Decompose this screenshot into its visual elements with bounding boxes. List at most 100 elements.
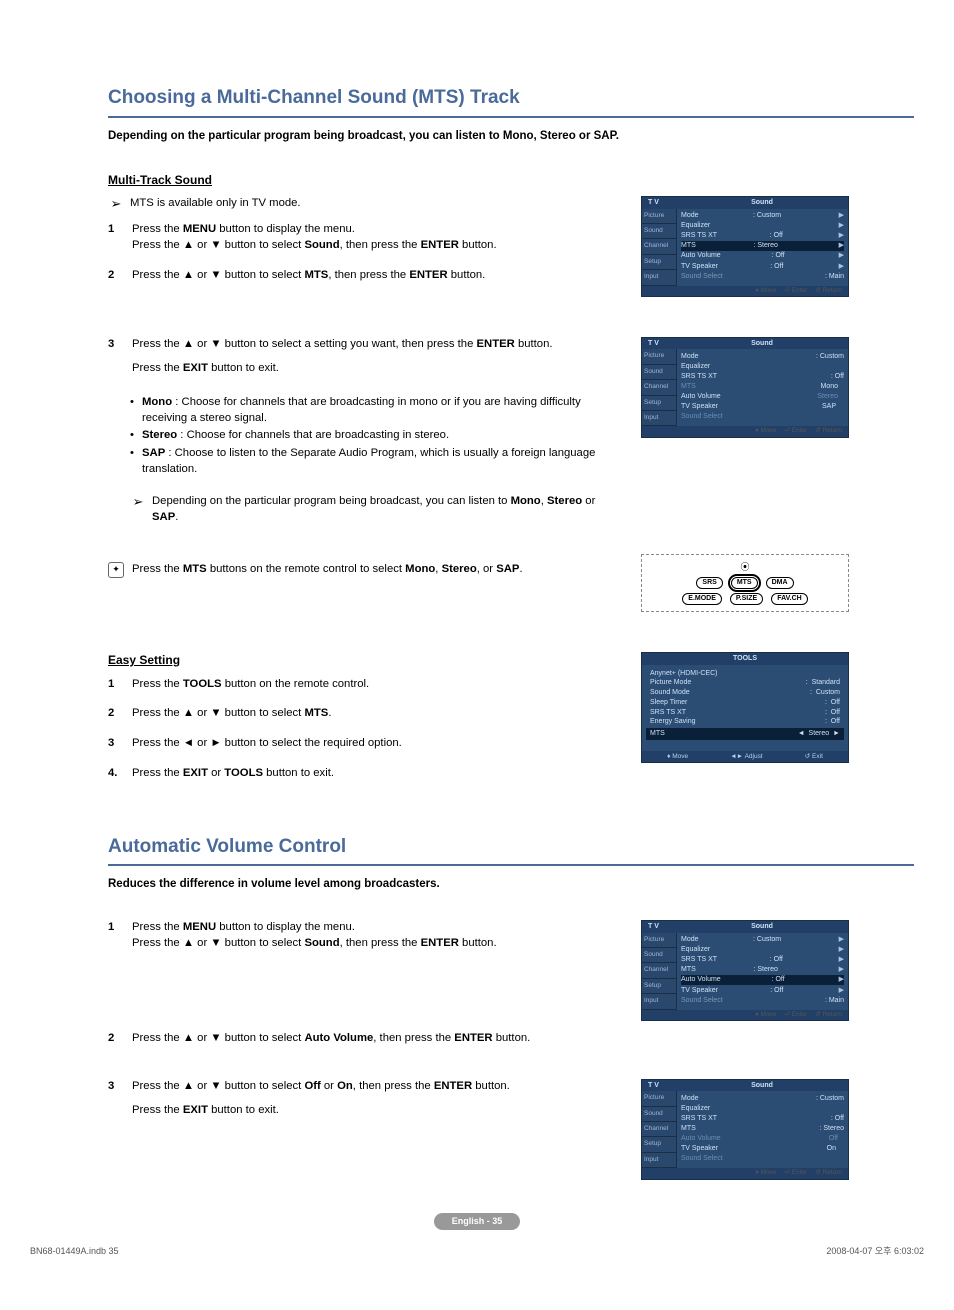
kw-on: On — [337, 1080, 353, 1092]
kw-tools: TOOLS — [224, 767, 263, 779]
doc-footer-left: BN68-01449A.indb 35 — [30, 1245, 119, 1258]
osd-row-label: Sound Select — [681, 996, 723, 1005]
osd-row-label: MTS — [681, 1124, 696, 1133]
osd-foot-move: ♦ Move — [755, 427, 776, 435]
osd-row-value: : Custom — [816, 352, 844, 361]
chevron-right-icon: ▶ — [836, 935, 844, 944]
osd-row-label: MTS — [681, 965, 696, 974]
step-number: 4. — [108, 766, 122, 782]
kw-mono: Mono — [405, 563, 435, 575]
osd-row-label: Equalizer — [681, 362, 710, 371]
osd-side-item: Input — [642, 270, 676, 285]
kw-enter: ENTER — [477, 338, 515, 350]
osd-row-label: MTS — [681, 382, 696, 391]
tools-row-value: Off — [831, 699, 840, 706]
t: , then press the — [328, 269, 409, 281]
osd-row-label: Auto Volume — [681, 392, 721, 401]
chevron-right-icon: ▶ — [836, 965, 844, 974]
osd-side-item: Setup — [642, 1137, 676, 1152]
kw-enter: ENTER — [454, 1032, 492, 1044]
av-step-1: 1 Press the MENU button to display the m… — [108, 920, 623, 952]
t: button on the remote control. — [222, 678, 370, 690]
av-step-2: 2 Press the ▲ or ▼ button to select Auto… — [108, 1031, 623, 1047]
t: button. — [459, 937, 497, 949]
remote-btn-psize: P.SIZE — [730, 593, 763, 605]
osd-row-label: SRS TS XT — [681, 372, 717, 381]
step-1: 1 Press the MENU button to display the m… — [108, 222, 623, 254]
tools-row-label: Energy Saving — [650, 717, 696, 727]
step-number: 2 — [108, 706, 122, 722]
kw-menu: MENU — [183, 921, 216, 933]
kw-exit: EXIT — [183, 767, 208, 779]
osd-tools-menu: TOOLS Anynet+ (HDMI-CEC) Picture Mode: S… — [641, 652, 849, 763]
t: button. — [459, 239, 497, 251]
osd-row-label: MTS — [681, 241, 696, 250]
step-number: 1 — [108, 677, 122, 693]
osd-tv-label: T V — [642, 197, 676, 208]
subhead-multitrack: Multi-Track Sound — [108, 172, 914, 189]
osd-opt-stereo: Stereo — [811, 392, 844, 401]
step-number: 2 — [108, 1031, 122, 1047]
osd-row-value: : Off — [770, 231, 783, 240]
t: . — [328, 707, 331, 719]
tools-row-label: MTS — [650, 729, 665, 739]
doc-footer-right: 2008-04-07 오후 6:03:02 — [826, 1245, 924, 1258]
easy-step-1: 1Press the TOOLS button on the remote co… — [108, 677, 623, 693]
tools-row-label: Sleep Timer — [650, 698, 687, 708]
osd-foot-return: ↺ Return — [815, 427, 842, 435]
osd-foot-return: ↺ Return — [815, 287, 842, 295]
osd-row-label: SRS TS XT — [681, 1114, 717, 1123]
t: : Choose for channels that are broadcast… — [177, 429, 449, 441]
kw-sap: SAP — [152, 511, 175, 523]
easy-step-4: 4.Press the EXIT or TOOLS button to exit… — [108, 766, 623, 782]
osd-foot-return: ↺ Return — [815, 1011, 842, 1019]
osd-sidebar: Picture Sound Channel Setup Input — [642, 1091, 677, 1168]
pointer-icon: ➢ — [108, 196, 124, 212]
t: : Choose to listen to the Separate Audio… — [142, 447, 595, 475]
osd-side-item: Channel — [642, 1122, 676, 1137]
kw-sap: SAP — [496, 563, 519, 575]
chevron-right-icon: ▶ — [836, 211, 844, 220]
kw-exit: EXIT — [183, 1104, 208, 1116]
t: Press the ▲ or ▼ button to select — [132, 1080, 304, 1092]
t: , or — [477, 563, 496, 575]
osd-side-item: Input — [642, 994, 676, 1009]
osd-row-value: : Main — [825, 996, 844, 1005]
chevron-right-icon: ▶ — [836, 975, 844, 984]
osd-row-label: Mode — [681, 211, 699, 220]
kw-stereo: Stereo — [547, 495, 582, 507]
tools-row-label: SRS TS XT — [650, 708, 686, 718]
osd-side-item: Channel — [642, 963, 676, 978]
t: button to exit. — [208, 362, 279, 374]
osd-row-value: : Custom — [753, 935, 781, 944]
osd-foot-enter: ⏎ Enter — [784, 427, 807, 435]
av-step-3: 3 Press the ▲ or ▼ button to select Off … — [108, 1079, 623, 1119]
osd-row-label: Equalizer — [681, 945, 710, 954]
step-number: 1 — [108, 920, 122, 936]
t: button. — [472, 1080, 510, 1092]
osd-side-item: Sound — [642, 224, 676, 239]
osd-side-item: Picture — [642, 209, 676, 224]
osd-side-item: Input — [642, 411, 676, 426]
step-3: 3 Press the ▲ or ▼ button to select a se… — [108, 337, 623, 377]
osd-title: Sound — [676, 197, 848, 208]
t: , then press the — [340, 239, 421, 251]
kw-tools: TOOLS — [183, 678, 222, 690]
t: : Choose for channels that are broadcast… — [142, 396, 581, 424]
osd-title: Sound — [676, 921, 848, 932]
osd-row-label: TV Speaker — [681, 1144, 718, 1153]
tools-row-value: Custom — [816, 689, 840, 696]
bullet-icon: • — [130, 428, 138, 444]
chevron-right-icon: ▶ — [836, 221, 844, 230]
remote-btn-mts: MTS — [731, 577, 758, 589]
t: Press the ▲ or ▼ button to select — [132, 1032, 304, 1044]
osd-row-value: : Off — [770, 955, 783, 964]
kw-menu: MENU — [183, 223, 216, 235]
osd-row-value: : Off — [772, 975, 785, 984]
osd-foot-move: ♦ Move — [755, 1169, 776, 1177]
chevron-right-icon: ▶ — [836, 241, 844, 250]
osd-side-item: Sound — [642, 1107, 676, 1122]
t: or — [321, 1080, 337, 1092]
t: . — [519, 563, 522, 575]
chevron-right-icon: ▶ — [836, 251, 844, 260]
